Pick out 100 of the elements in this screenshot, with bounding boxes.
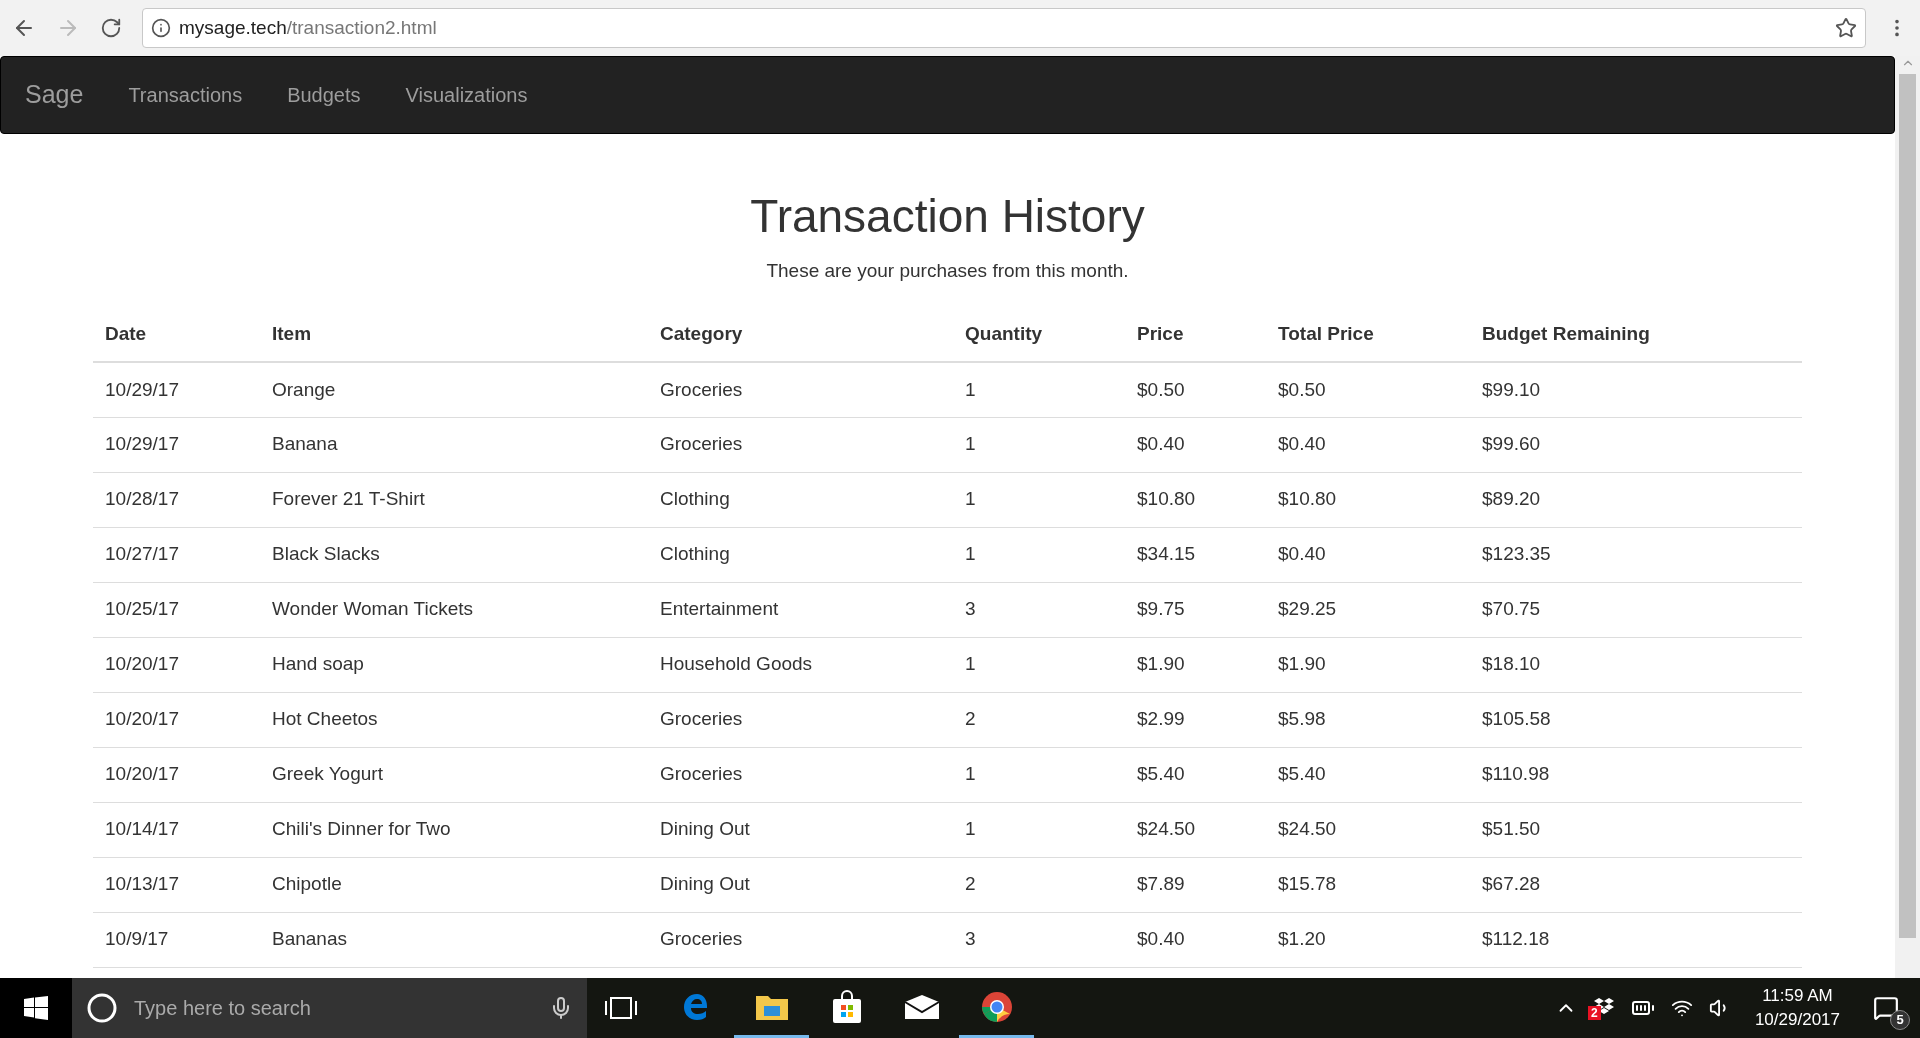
table-cell: 10/29/17 [93, 417, 260, 473]
table-cell: Groceries [648, 362, 953, 418]
table-cell: Dining Out [648, 857, 953, 913]
nav-link[interactable]: Transactions [128, 80, 243, 110]
table-cell: Chili's Dinner for Two [260, 802, 648, 858]
table-cell: Greek Yogurt [260, 747, 648, 803]
scrollbar-thumb[interactable] [1899, 74, 1916, 938]
start-button[interactable] [0, 978, 72, 1038]
table-cell: 10/20/17 [93, 637, 260, 693]
table-cell: $99.10 [1470, 362, 1802, 418]
table-cell: $0.40 [1266, 527, 1470, 583]
table-cell: $0.40 [1125, 912, 1266, 968]
table-cell: $1.90 [1125, 637, 1266, 693]
nav-link[interactable]: Visualizations [405, 80, 528, 110]
table-cell: $5.40 [1266, 747, 1470, 803]
table-cell: $9.75 [1125, 582, 1266, 638]
table-cell: $89.20 [1470, 472, 1802, 528]
table-cell: Clothing [648, 472, 953, 528]
table-cell: $112.18 [1470, 912, 1802, 968]
table-cell: $99.60 [1470, 417, 1802, 473]
table-cell: 10/28/17 [93, 472, 260, 528]
table-cell: 10/14/17 [93, 802, 260, 858]
envelope-icon [903, 993, 940, 1020]
table-cell: Groceries [648, 747, 953, 803]
table-cell: Banana [260, 417, 648, 473]
table-cell: Groceries [648, 912, 953, 968]
table-cell: Orange [260, 362, 648, 418]
address-bar[interactable]: mysage.tech/transaction2.html [142, 8, 1866, 48]
column-header: Quantity [953, 307, 1125, 363]
table-cell: $10.80 [1125, 472, 1266, 528]
table-cell: $5.40 [1125, 747, 1266, 803]
table-cell: $34.15 [1125, 527, 1266, 583]
table-cell: Black Slacks [260, 527, 648, 583]
chrome-icon [980, 990, 1013, 1023]
table-cell: $29.25 [1266, 582, 1470, 638]
column-header: Item [260, 307, 648, 363]
clock[interactable]: 11:59 AM 10/29/2017 [1746, 984, 1848, 1032]
table-cell: 1 [953, 472, 1125, 528]
table-cell: Wonder Woman Tickets [260, 582, 648, 638]
brand-link[interactable]: Sage [25, 76, 84, 114]
table-cell: $24.50 [1266, 802, 1470, 858]
clock-date: 10/29/2017 [1754, 1009, 1840, 1031]
column-header: Category [648, 307, 953, 363]
table-cell: 3 [953, 582, 1125, 638]
page-subtitle: These are your purchases from this month. [765, 258, 1130, 283]
bookmark-star-icon[interactable] [1835, 17, 1857, 39]
table-cell: $0.50 [1125, 362, 1266, 418]
table-cell: 2 [953, 857, 1125, 913]
table-cell: $5.98 [1266, 692, 1470, 748]
table-cell: 10/13/17 [93, 857, 260, 913]
table-cell: $1.90 [1266, 637, 1470, 693]
table-cell: 3 [953, 912, 1125, 968]
table-cell: $15.78 [1266, 857, 1470, 913]
table-cell: 1 [953, 637, 1125, 693]
table-cell: 10/20/17 [93, 692, 260, 748]
column-header: Date [93, 307, 260, 363]
table-cell: Bananas [260, 912, 648, 968]
table-cell: 1 [953, 747, 1125, 803]
table-cell: Household Goods [648, 637, 953, 693]
table-cell: Entertainment [648, 582, 953, 638]
table-cell: $70.75 [1470, 582, 1802, 638]
table-cell: 1 [953, 802, 1125, 858]
table-cell: $2.99 [1125, 692, 1266, 748]
table-cell: $1.20 [1266, 912, 1470, 968]
column-header: Price [1125, 307, 1266, 363]
table-cell: Groceries [648, 692, 953, 748]
table-cell: $7.89 [1125, 857, 1266, 913]
table-cell: $24.50 [1125, 802, 1266, 858]
table-cell: Clothing [648, 527, 953, 583]
page-title: Transaction History [749, 191, 1146, 242]
taskbar-search-field[interactable]: Type here to search [72, 978, 587, 1038]
table-cell: 1 [953, 417, 1125, 473]
table-cell: $105.58 [1470, 692, 1802, 748]
table-cell: $18.10 [1470, 637, 1802, 693]
table-cell: 10/20/17 [93, 747, 260, 803]
table-cell: Dining Out [648, 802, 953, 858]
table-cell: Groceries [648, 417, 953, 473]
table-cell: $51.50 [1470, 802, 1802, 858]
action-center-icon[interactable] [1873, 995, 1899, 1021]
table-cell: Forever 21 T-Shirt [260, 472, 648, 528]
table-cell: 10/25/17 [93, 582, 260, 638]
info-icon [151, 18, 171, 38]
reload-icon[interactable] [100, 17, 122, 39]
task-view-icon[interactable] [605, 996, 637, 1020]
table-cell: 10/9/17 [93, 912, 260, 968]
url-text: mysage.tech/transaction2.html [179, 15, 437, 40]
nav-link[interactable]: Budgets [287, 80, 361, 110]
table-cell: 2 [953, 692, 1125, 748]
table-cell: $0.50 [1266, 362, 1470, 418]
table-cell: Hot Cheetos [260, 692, 648, 748]
table-cell: Chipotle [260, 857, 648, 913]
table-cell: 1 [953, 362, 1125, 418]
table-cell: 10/29/17 [93, 362, 260, 418]
table-cell: $10.80 [1266, 472, 1470, 528]
clock-time: 11:59 AM [1762, 985, 1833, 1007]
table-cell: Hand soap [260, 637, 648, 693]
column-header: Total Price [1266, 307, 1470, 363]
windows-logo-icon [24, 996, 48, 1020]
column-header: Budget Remaining [1470, 307, 1802, 363]
table-cell: $110.98 [1470, 747, 1802, 803]
